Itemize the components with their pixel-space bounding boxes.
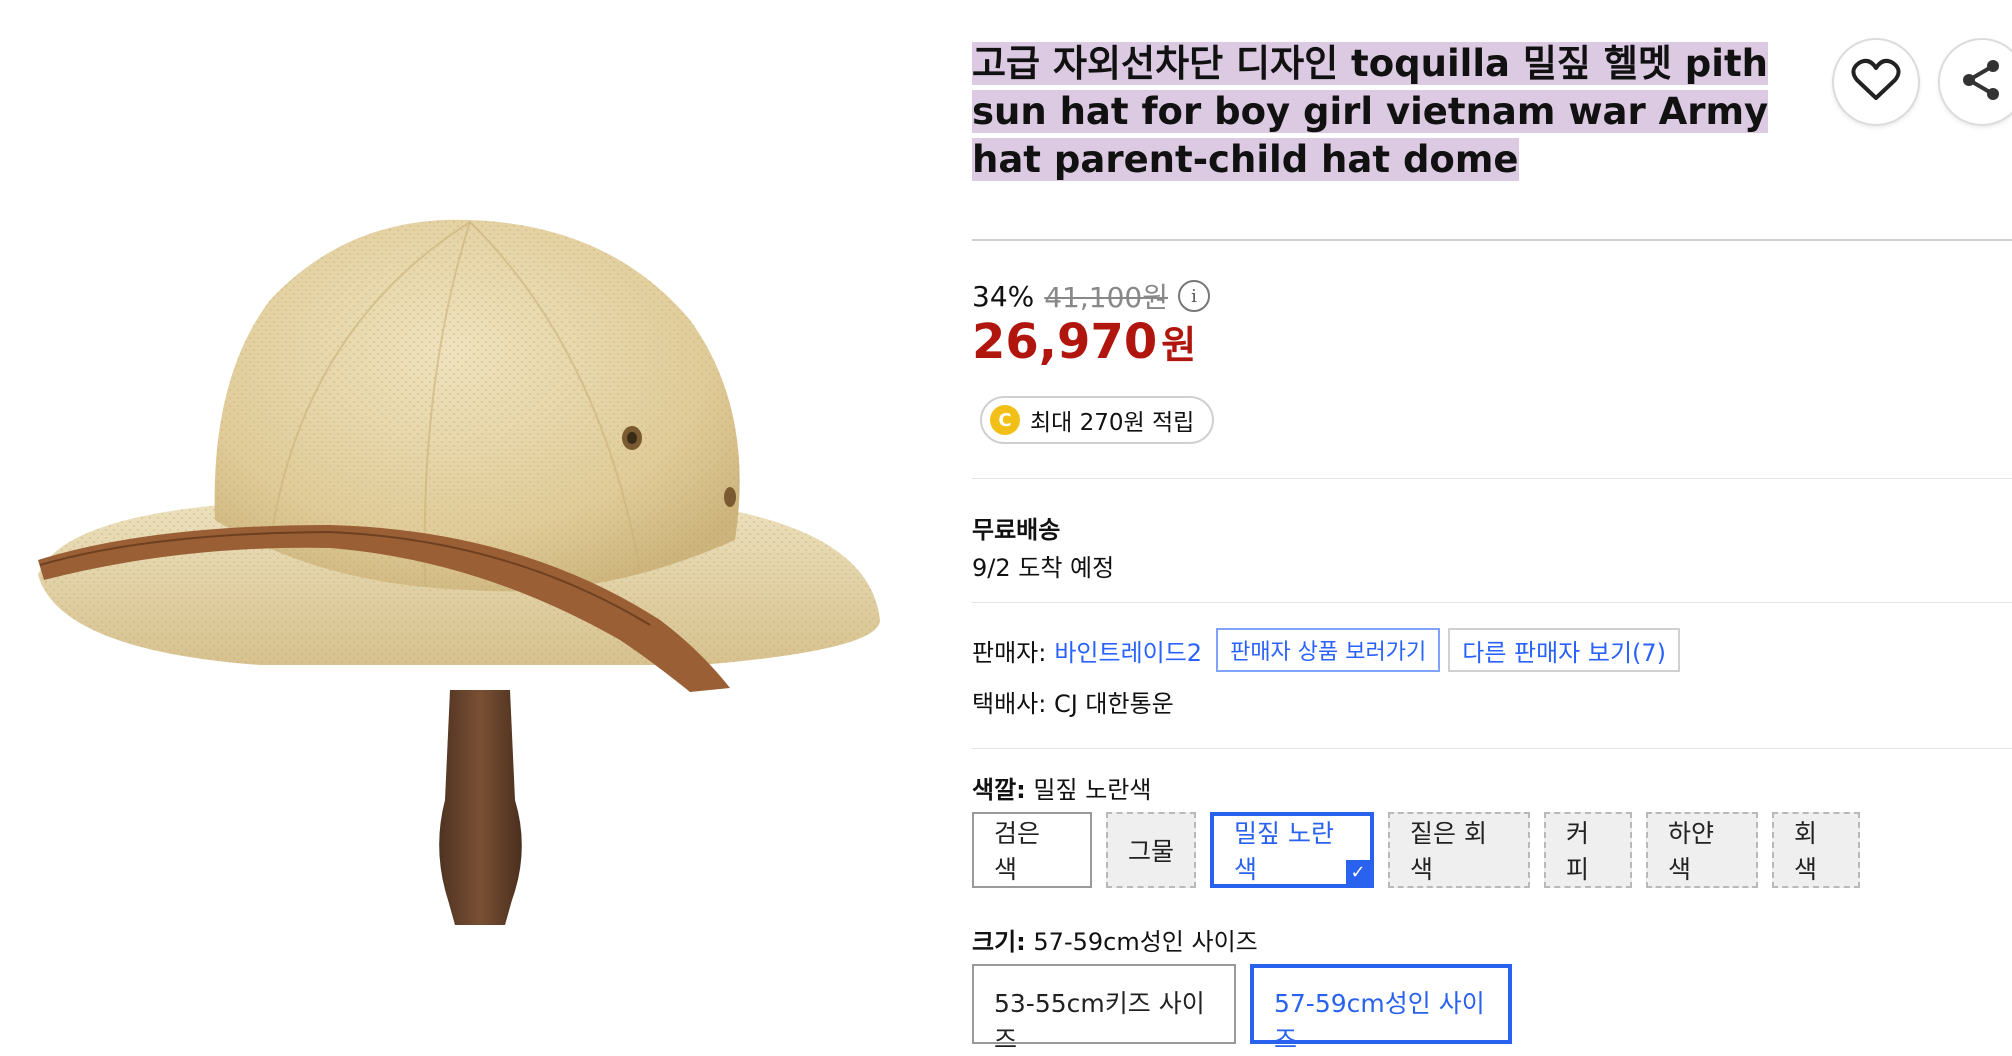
product-image [0, 0, 930, 1016]
shipping-label: 무료배송 [972, 516, 1061, 544]
divider [972, 748, 2012, 749]
price-row: 34% 41,100원 i [972, 276, 1210, 316]
sale-price-value: 26,970 [972, 314, 1158, 370]
color-selected-value: 밀짚 노란색 [1033, 776, 1152, 804]
seller-label: 판매자: [972, 638, 1047, 667]
wishlist-button[interactable] [1832, 38, 1920, 126]
size-option-label: 크기: 57-59cm성인 사이즈 [972, 928, 1258, 956]
divider [972, 239, 2012, 241]
share-icon [1959, 57, 2005, 107]
shipping-arrival: 9/2 도착 예정 [972, 554, 1115, 582]
courier-info: 택배사: CJ 대한통운 [972, 690, 1174, 718]
color-option-gray[interactable]: 회색 [1772, 812, 1860, 888]
size-option-adult[interactable]: 57-59cm성인 사이즈 [1250, 964, 1512, 1054]
divider [972, 602, 2012, 603]
size-selected-value: 57-59cm성인 사이즈 [1033, 928, 1258, 956]
original-price: 41,100원 [1044, 281, 1168, 314]
size-option-kids[interactable]: 53-55cm키즈 사이즈 [972, 964, 1236, 1054]
color-option-label-text: 밀짚 노란색 [1234, 819, 1334, 884]
heart-icon [1851, 58, 1901, 106]
discount-rate: 34% [972, 279, 1035, 313]
divider [972, 478, 2012, 479]
other-sellers-button[interactable]: 다른 판매자 보기(7) [1448, 628, 1681, 672]
seller-name-link[interactable]: 바인트레이드2 [1054, 633, 1202, 668]
reward-text: 최대 270원 적립 [1030, 410, 1195, 436]
checkmark-icon: ✓ [1346, 860, 1370, 884]
color-option-black[interactable]: 검은 색 [972, 812, 1092, 888]
sale-price: 26,970 원 [972, 314, 1196, 370]
share-button[interactable] [1938, 38, 2012, 126]
seller-products-button[interactable]: 판매자 상품 보러가기 [1216, 628, 1441, 672]
info-icon[interactable]: i [1177, 280, 1210, 312]
sale-price-currency: 원 [1161, 323, 1197, 367]
color-option-mesh[interactable]: 그물 [1106, 812, 1196, 888]
color-option-straw-yellow[interactable]: 밀짚 노란색 ✓ [1210, 812, 1374, 888]
color-option-label: 색깔: 밀짚 노란색 [972, 776, 1152, 804]
seller-row: 판매자: 바인트레이드2 판매자 상품 보러가기 다른 판매자 보기(7) [972, 628, 1681, 672]
product-title: 고급 자외선차단 디자인 toquilla 밀짚 헬멧 pith sun hat… [972, 42, 1769, 181]
size-options: 53-55cm키즈 사이즈 57-59cm성인 사이즈 [972, 964, 1512, 1054]
reward-badge: C 최대 270원 적립 [980, 396, 1215, 444]
coin-icon: C [990, 405, 1020, 435]
color-option-coffee[interactable]: 커피 [1544, 812, 1632, 888]
color-option-dark-gray[interactable]: 짙은 회색 [1388, 812, 1530, 888]
color-options: 검은 색 그물 밀짚 노란색 ✓ 짙은 회색 커피 하얀색 회색 [972, 812, 1860, 888]
color-option-white[interactable]: 하얀색 [1646, 812, 1758, 888]
